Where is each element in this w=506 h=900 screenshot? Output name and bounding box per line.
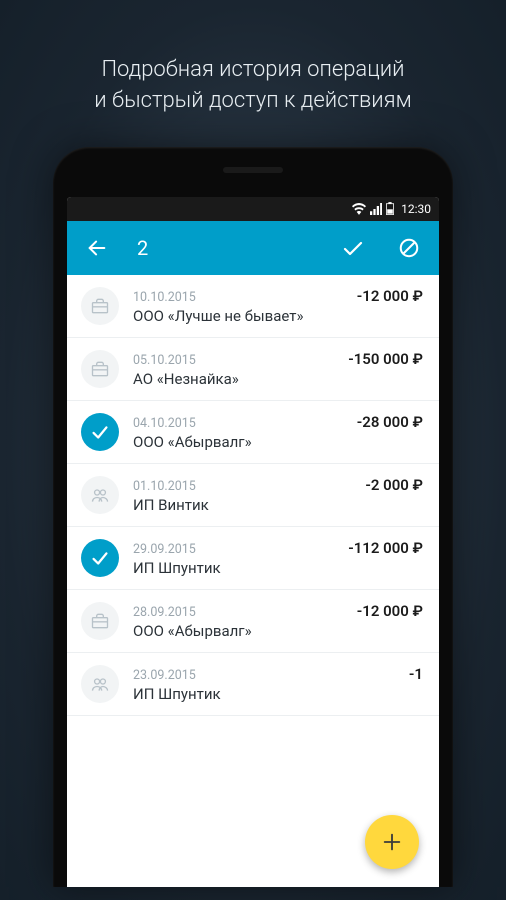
people-icon[interactable]	[81, 665, 119, 703]
transaction-row[interactable]: 10.10.2015 -12 000 ₽ ООО «Лучше не бывает»	[67, 275, 439, 338]
cancel-button[interactable]	[393, 232, 425, 264]
promo-line-2: и быстрый доступ к действиям	[94, 88, 411, 113]
transaction-body: 29.09.2015 -112 000 ₽ ИП Шпунтик	[133, 539, 423, 577]
cancel-icon	[398, 237, 420, 259]
transaction-date: 10.10.2015	[133, 290, 196, 305]
transaction-amount: -12 000 ₽	[357, 287, 423, 305]
transaction-amount: -112 000 ₽	[348, 539, 423, 557]
briefcase-icon[interactable]	[81, 287, 119, 325]
transaction-amount: -12 000 ₽	[357, 602, 423, 620]
transaction-name: ИП Винтик	[133, 496, 423, 514]
battery-icon	[386, 202, 394, 215]
transaction-body: 23.09.2015 -1 ИП Шпунтик	[133, 665, 423, 703]
transaction-row[interactable]: 28.09.2015 -12 000 ₽ ООО «Абырвалг»	[67, 590, 439, 653]
transaction-body: 10.10.2015 -12 000 ₽ ООО «Лучше не бывает»	[133, 287, 423, 325]
back-button[interactable]	[81, 232, 113, 264]
transaction-body: 28.09.2015 -12 000 ₽ ООО «Абырвалг»	[133, 602, 423, 640]
people-icon[interactable]	[81, 476, 119, 514]
plus-icon	[381, 831, 403, 853]
status-time: 12:30	[401, 202, 431, 216]
transaction-row[interactable]: 05.10.2015 -150 000 ₽ АО «Незнайка»	[67, 338, 439, 401]
transaction-row[interactable]: 04.10.2015 -28 000 ₽ ООО «Абырвалг»	[67, 401, 439, 464]
briefcase-icon[interactable]	[81, 350, 119, 388]
phone-frame: 12:30 2 10.10.2015 -12 000 ₽ ООО «Лучше не…	[53, 147, 453, 887]
transaction-date: 28.09.2015	[133, 605, 196, 620]
transaction-name: АО «Незнайка»	[133, 370, 423, 388]
transaction-name: ООО «Абырвалг»	[133, 433, 423, 451]
transaction-body: 01.10.2015 -2 000 ₽ ИП Винтик	[133, 476, 423, 514]
transaction-amount: -1	[409, 665, 423, 683]
check-icon	[341, 236, 365, 260]
add-fab[interactable]	[365, 815, 419, 869]
transaction-name: ИП Шпунтик	[133, 685, 423, 703]
transaction-body: 05.10.2015 -150 000 ₽ АО «Незнайка»	[133, 350, 423, 388]
transaction-list[interactable]: 10.10.2015 -12 000 ₽ ООО «Лучше не бывает»…	[67, 275, 439, 716]
transaction-date: 05.10.2015	[133, 353, 196, 368]
promo-headline: Подробная история операций и быстрый дос…	[0, 0, 506, 147]
transaction-name: ООО «Лучше не бывает»	[133, 307, 423, 325]
signal-icon	[370, 203, 382, 215]
transaction-date: 29.09.2015	[133, 542, 196, 557]
transaction-amount: -150 000 ₽	[348, 350, 423, 368]
status-bar: 12:30	[67, 197, 439, 221]
selection-count: 2	[137, 236, 313, 260]
transaction-row[interactable]: 29.09.2015 -112 000 ₽ ИП Шпунтик	[67, 527, 439, 590]
briefcase-icon[interactable]	[81, 602, 119, 640]
selection-checkmark[interactable]	[81, 539, 119, 577]
selection-app-bar: 2	[67, 221, 439, 275]
transaction-body: 04.10.2015 -28 000 ₽ ООО «Абырвалг»	[133, 413, 423, 451]
confirm-button[interactable]	[337, 232, 369, 264]
transaction-date: 01.10.2015	[133, 479, 196, 494]
transaction-date: 23.09.2015	[133, 668, 196, 683]
transaction-row[interactable]: 01.10.2015 -2 000 ₽ ИП Винтик	[67, 464, 439, 527]
transaction-amount: -2 000 ₽	[365, 476, 423, 494]
transaction-amount: -28 000 ₽	[357, 413, 423, 431]
screen: 12:30 2 10.10.2015 -12 000 ₽ ООО «Лучше не…	[67, 197, 439, 887]
transaction-name: ИП Шпунтик	[133, 559, 423, 577]
arrow-left-icon	[86, 237, 108, 259]
transaction-row[interactable]: 23.09.2015 -1 ИП Шпунтик	[67, 653, 439, 716]
selection-checkmark[interactable]	[81, 413, 119, 451]
promo-line-1: Подробная история операций	[101, 57, 404, 82]
wifi-icon	[352, 203, 366, 215]
transaction-name: ООО «Абырвалг»	[133, 622, 423, 640]
transaction-date: 04.10.2015	[133, 416, 196, 431]
